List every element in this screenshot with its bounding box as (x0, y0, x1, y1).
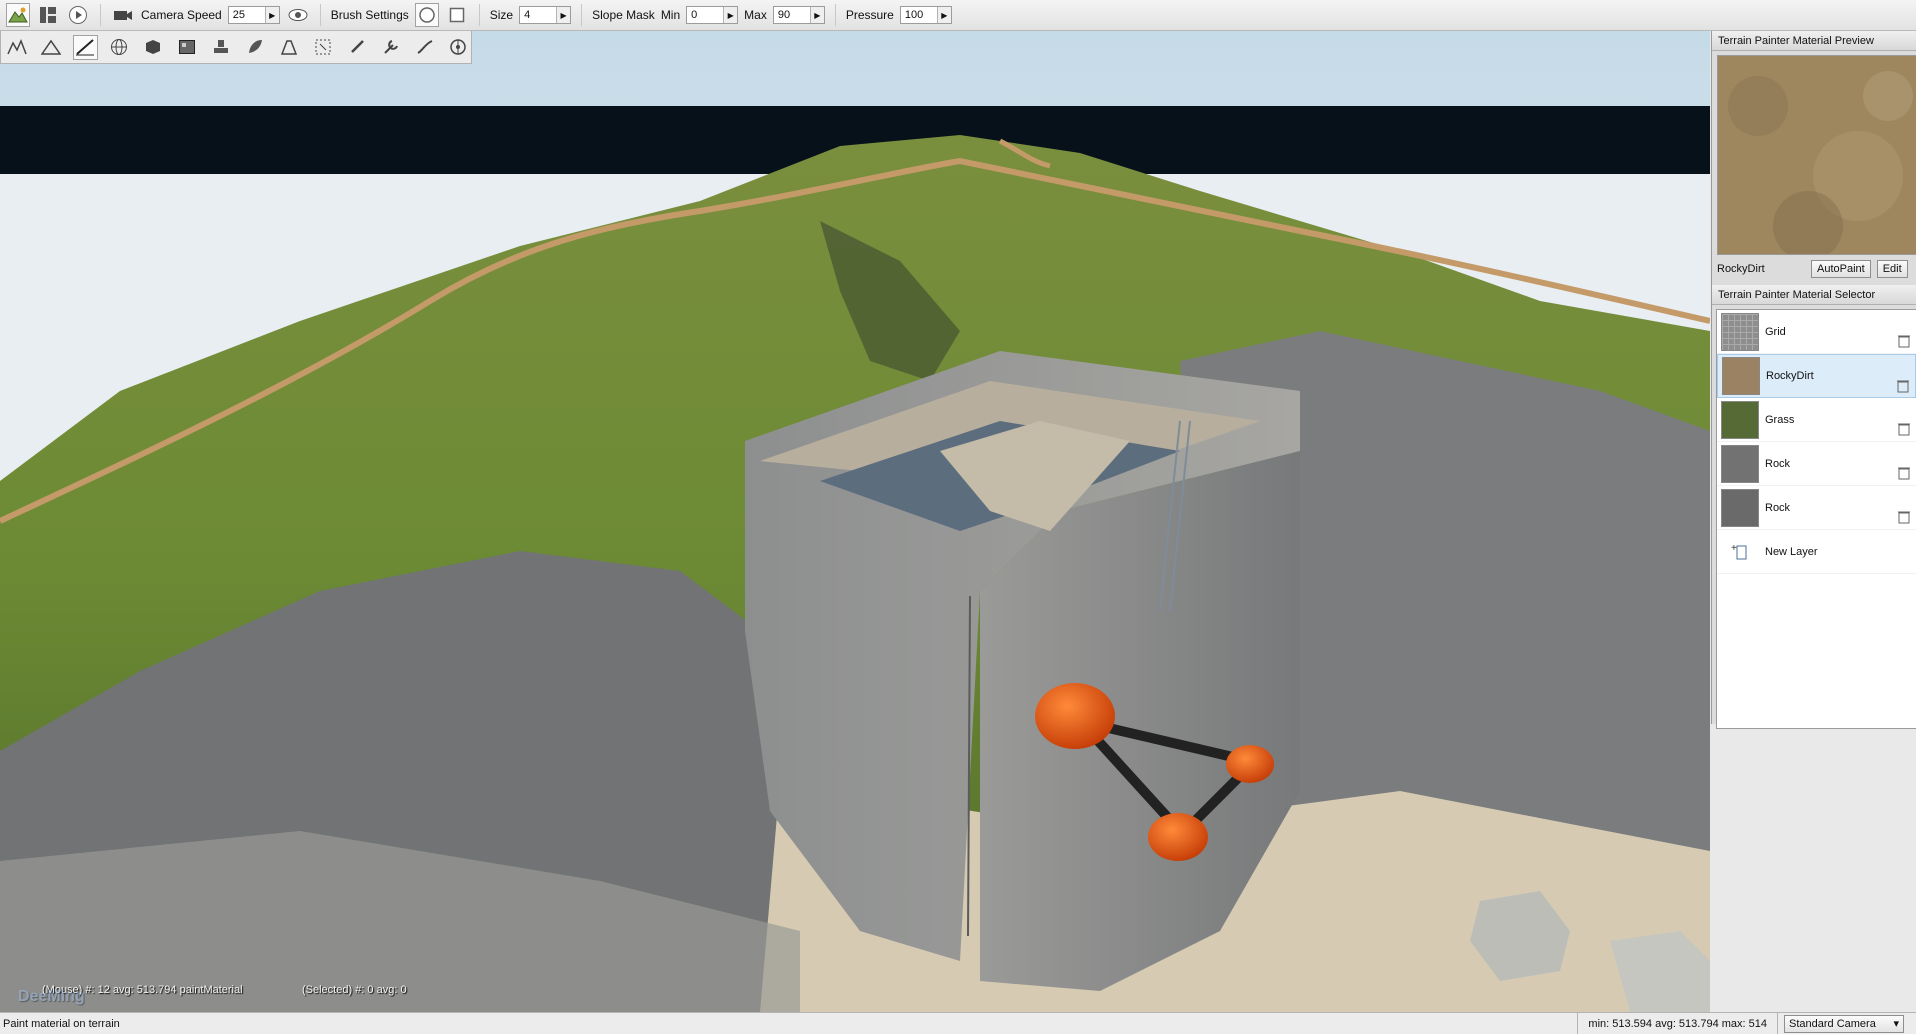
watermark-logo: DeeMing (18, 988, 85, 1005)
svg-text:+: + (1731, 543, 1737, 554)
material-name: Rock (1765, 501, 1791, 514)
circle-brush-icon[interactable] (414, 3, 439, 27)
wheel-icon[interactable] (446, 35, 471, 60)
material-item-rock[interactable]: Rock (1717, 486, 1916, 530)
main-toolbar: Camera Speed 25 ▶ Brush Settings Size 4 … (0, 0, 1916, 31)
material-thumbnail (1721, 312, 1759, 351)
material-item-grass[interactable]: Grass (1717, 398, 1916, 442)
delete-layer-icon[interactable] (1897, 379, 1909, 393)
slope-max-field[interactable]: 90 ▶ (772, 6, 825, 24)
material-item-rockydirt[interactable]: RockyDirt (1717, 354, 1916, 398)
smooth-terrain-icon[interactable] (39, 35, 64, 60)
cube-icon[interactable] (141, 35, 166, 60)
delete-layer-icon[interactable] (1898, 334, 1910, 348)
pressure-arrow-icon[interactable]: ▶ (936, 7, 951, 23)
slope-min-arrow-icon[interactable]: ▶ (723, 7, 738, 23)
play-icon[interactable] (66, 3, 90, 27)
material-thumbnail (1722, 357, 1760, 395)
material-item-grid[interactable]: Grid (1717, 310, 1916, 354)
toolbar-separator (100, 4, 101, 26)
material-preview-image (1717, 55, 1916, 255)
camera-icon[interactable] (111, 3, 135, 27)
material-preview-controls: RockyDirt AutoPaint Edit (1712, 257, 1916, 281)
slope-min-value[interactable]: 0 (687, 9, 723, 21)
edit-button[interactable]: Edit (1876, 260, 1908, 278)
material-name: Grid (1765, 325, 1786, 338)
height-stats: min: 513.594 avg: 513.794 max: 514 (1577, 1013, 1778, 1034)
toolbar-separator (581, 4, 583, 26)
brush-size-value[interactable]: 4 (520, 9, 556, 21)
new-layer-label: New Layer (1765, 545, 1818, 558)
height-stats-text: min: 513.594 avg: 513.794 max: 514 (1588, 1017, 1767, 1030)
slope-max-arrow-icon[interactable]: ▶ (809, 7, 824, 23)
terrain-scene (0, 31, 1710, 1012)
pressure-label: Pressure (845, 8, 894, 22)
delete-layer-icon[interactable] (1898, 466, 1910, 480)
paint-material-icon[interactable] (72, 34, 98, 60)
stamp-icon[interactable] (209, 35, 234, 60)
camera-select[interactable]: Standard Camera ▾ (1784, 1014, 1904, 1033)
material-item-rock[interactable]: Rock (1717, 442, 1916, 486)
chevron-down-icon: ▾ (1893, 1018, 1899, 1030)
texture-icon[interactable] (175, 35, 200, 60)
select-box-icon[interactable] (310, 35, 335, 60)
visibility-eye-icon[interactable] (286, 3, 310, 27)
terrain-editor-icon[interactable] (6, 3, 30, 27)
delete-layer-icon[interactable] (1898, 510, 1910, 524)
globe-icon[interactable] (107, 35, 132, 60)
camera-speed-value[interactable]: 25 (229, 9, 265, 21)
camera-speed-arrow-icon[interactable]: ▶ (264, 7, 279, 23)
new-layer-button[interactable]: + New Layer (1717, 530, 1916, 574)
material-selector-title: Terrain Painter Material Selector (1712, 285, 1916, 305)
camera-speed-label: Camera Speed (141, 8, 222, 22)
material-list: Grid RockyDirt Grass Rock Rock + New Lay… (1716, 309, 1916, 729)
brush-size-arrow-icon[interactable]: ▶ (556, 7, 571, 23)
slope-min-label: Min (660, 8, 681, 22)
material-name: RockyDirt (1766, 370, 1814, 382)
current-material-name: RockyDirt (1717, 263, 1765, 275)
slope-icon[interactable] (412, 35, 437, 60)
slope-max-label: Max (744, 8, 767, 22)
toolbar-separator (478, 4, 480, 26)
brush-settings-label: Brush Settings (330, 8, 409, 22)
raise-terrain-icon[interactable] (5, 35, 30, 60)
terrain-tool-palette (0, 31, 472, 64)
size-label: Size (489, 8, 514, 22)
material-name: Grass (1765, 413, 1795, 426)
delete-layer-icon[interactable] (1898, 422, 1910, 436)
status-message: Paint material on terrain (3, 1017, 120, 1030)
layout-icon[interactable] (36, 3, 60, 27)
pressure-value[interactable]: 100 (901, 9, 937, 21)
material-preview-title: Terrain Painter Material Preview (1712, 31, 1916, 51)
material-thumbnail (1721, 488, 1759, 527)
leaf-icon[interactable] (242, 35, 267, 60)
terrain-painter-panel: Terrain Painter Material Preview RockyDi… (1711, 31, 1916, 729)
slope-max-value[interactable]: 90 (774, 9, 810, 21)
toolbar-separator (319, 4, 321, 26)
camera-speed-field[interactable]: 25 ▶ (227, 6, 280, 24)
toolbar-separator (834, 4, 836, 26)
status-bar: Paint material on terrain min: 513.594 a… (0, 1012, 1916, 1034)
road-icon[interactable] (276, 35, 301, 60)
slope-mask-label: Slope Mask (592, 8, 655, 22)
square-brush-icon[interactable] (445, 3, 469, 27)
3d-viewport[interactable]: (Mouse) #: 12 avg: 513.794 paintMaterial… (0, 31, 1710, 1012)
material-thumbnail (1721, 400, 1759, 439)
material-thumbnail (1721, 444, 1759, 483)
slope-min-field[interactable]: 0 ▶ (686, 6, 739, 24)
pressure-field[interactable]: 100 ▶ (899, 6, 952, 24)
brush-size-field[interactable]: 4 ▶ (519, 6, 572, 24)
new-layer-icon: + (1731, 543, 1747, 559)
hud-selected-readout: (Selected) #: 0 avg: 0 (302, 984, 407, 996)
camera-select-value: Standard Camera (1789, 1017, 1876, 1030)
autopaint-button[interactable]: AutoPaint (1811, 260, 1871, 278)
brush-icon[interactable] (344, 35, 369, 60)
wrench-icon[interactable] (378, 35, 403, 60)
material-name: Rock (1765, 457, 1791, 470)
